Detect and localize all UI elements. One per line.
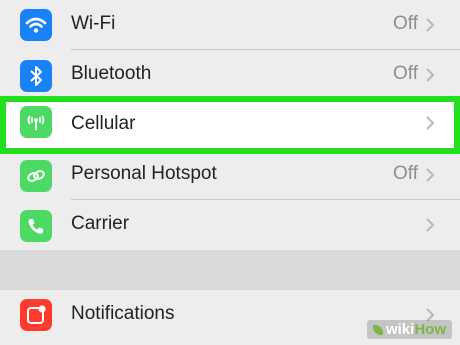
notifications-icon (20, 299, 52, 331)
chevron-right-icon (426, 18, 435, 32)
watermark-how: How (414, 321, 446, 338)
wifi-label: Wi-Fi (71, 13, 116, 34)
bluetooth-label: Bluetooth (71, 63, 152, 84)
carrier-label: Carrier (71, 213, 130, 234)
personal-hotspot-row[interactable]: Personal Hotspot Off (0, 150, 460, 200)
chevron-right-icon (426, 68, 435, 82)
wikihow-leaf-icon (372, 325, 383, 335)
cellular-row[interactable]: Cellular (0, 96, 460, 154)
chevron-right-icon (426, 116, 435, 130)
wikihow-watermark: wikiHow (366, 320, 452, 339)
connectivity-settings-group: Wi-Fi Off Bluetooth Off Cellular Persona… (0, 0, 460, 250)
wifi-icon (20, 9, 52, 41)
hotspot-link-icon (20, 160, 52, 192)
bluetooth-status: Off (393, 63, 418, 84)
cellular-antenna-icon (20, 106, 52, 138)
carrier-row[interactable]: Carrier (0, 200, 460, 250)
phone-icon (20, 210, 52, 242)
chevron-right-icon (426, 168, 435, 182)
bluetooth-icon (20, 60, 52, 92)
cellular-label: Cellular (71, 113, 136, 134)
watermark-wiki: wiki (385, 321, 415, 338)
personal-hotspot-status: Off (393, 163, 418, 184)
chevron-right-icon (426, 218, 435, 232)
bluetooth-row[interactable]: Bluetooth Off (0, 50, 460, 100)
personal-hotspot-label: Personal Hotspot (71, 163, 217, 184)
wifi-row[interactable]: Wi-Fi Off (0, 0, 460, 50)
wifi-status: Off (393, 13, 418, 34)
notifications-label: Notifications (71, 303, 175, 324)
